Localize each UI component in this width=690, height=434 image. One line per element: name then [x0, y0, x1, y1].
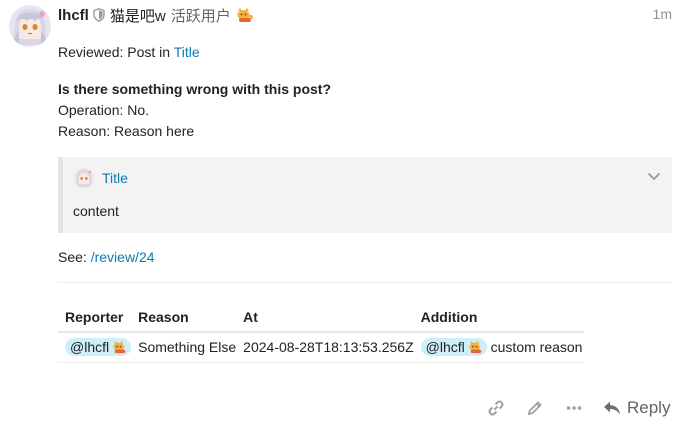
column-header-at: At: [236, 303, 414, 333]
shield-icon: [93, 8, 105, 22]
post-time[interactable]: 1m: [653, 6, 672, 22]
quote-title-link[interactable]: Title: [102, 168, 128, 189]
see-line: See: /review/24: [58, 247, 672, 268]
post-content: Reviewed: Post in Title Is there somethi…: [58, 42, 672, 283]
reporter-cell: @lhcfl: [58, 332, 132, 363]
operation-text: Operation: No.: [58, 102, 150, 118]
review-link[interactable]: /review/24: [91, 249, 155, 265]
mention-text: @lhcfl: [70, 339, 110, 355]
reviewed-prefix: Reviewed: Post in: [58, 44, 171, 60]
chevron-down-icon[interactable]: [646, 168, 662, 184]
question-block: Is there something wrong with this post?…: [58, 79, 672, 142]
quote-avatar[interactable]: [74, 168, 94, 188]
link-icon: [488, 400, 504, 416]
reply-label: Reply: [627, 398, 671, 417]
question-heading: Is there something wrong with this post?: [58, 81, 332, 97]
copy-link-button[interactable]: [484, 396, 508, 420]
more-actions-button[interactable]: [562, 396, 586, 420]
addition-cell: @lhcfl custom reason: [413, 332, 585, 363]
reply-icon: [604, 401, 620, 415]
reason-text: Reason: Reason here: [58, 123, 195, 139]
avatar[interactable]: [9, 5, 51, 47]
ellipsis-icon: [566, 406, 582, 410]
post-header: lhcfl 猫是吧w 活跃用户: [58, 5, 254, 25]
reply-button[interactable]: Reply: [603, 398, 670, 418]
reporter-mention[interactable]: @lhcfl: [65, 338, 132, 356]
quote-block: Title content: [58, 157, 672, 233]
post: lhcfl 猫是吧w 活跃用户 1m Reviewed: Post in Tit…: [0, 0, 690, 434]
username[interactable]: lhcfl: [58, 7, 89, 24]
column-header-reporter: Reporter: [58, 303, 132, 333]
edit-button[interactable]: [523, 396, 547, 420]
pencil-icon: [527, 401, 542, 416]
addition-text: custom reason: [490, 339, 583, 355]
column-header-reason: Reason: [131, 303, 237, 333]
column-header-addition: Addition: [413, 303, 585, 333]
post-actions: Reply: [484, 396, 670, 420]
reviewed-post-link[interactable]: Title: [174, 44, 200, 60]
quote-content: content: [73, 203, 119, 219]
cat-emoji-icon: [468, 340, 484, 354]
cat-emoji-icon: [112, 340, 128, 354]
reviewed-line: Reviewed: Post in Title: [58, 42, 672, 63]
full-name[interactable]: 猫是吧w: [110, 5, 166, 26]
at-cell: 2024-08-28T18:13:53.256Z: [236, 332, 414, 363]
reason-cell: Something Else: [131, 332, 237, 363]
addition-mention[interactable]: @lhcfl: [420, 338, 487, 356]
divider: [58, 282, 672, 283]
table-row: @lhcfl Something Else 2024-08-28T18:13:5…: [58, 332, 585, 363]
reports-table: Reporter Reason At Addition @lhcfl Somet…: [58, 303, 585, 363]
see-prefix: See:: [58, 249, 87, 265]
mention-text: @lhcfl: [425, 339, 465, 355]
user-title: 活跃用户: [170, 7, 231, 25]
table-header-row: Reporter Reason At Addition: [58, 303, 585, 333]
cat-emoji-icon: [236, 7, 254, 23]
